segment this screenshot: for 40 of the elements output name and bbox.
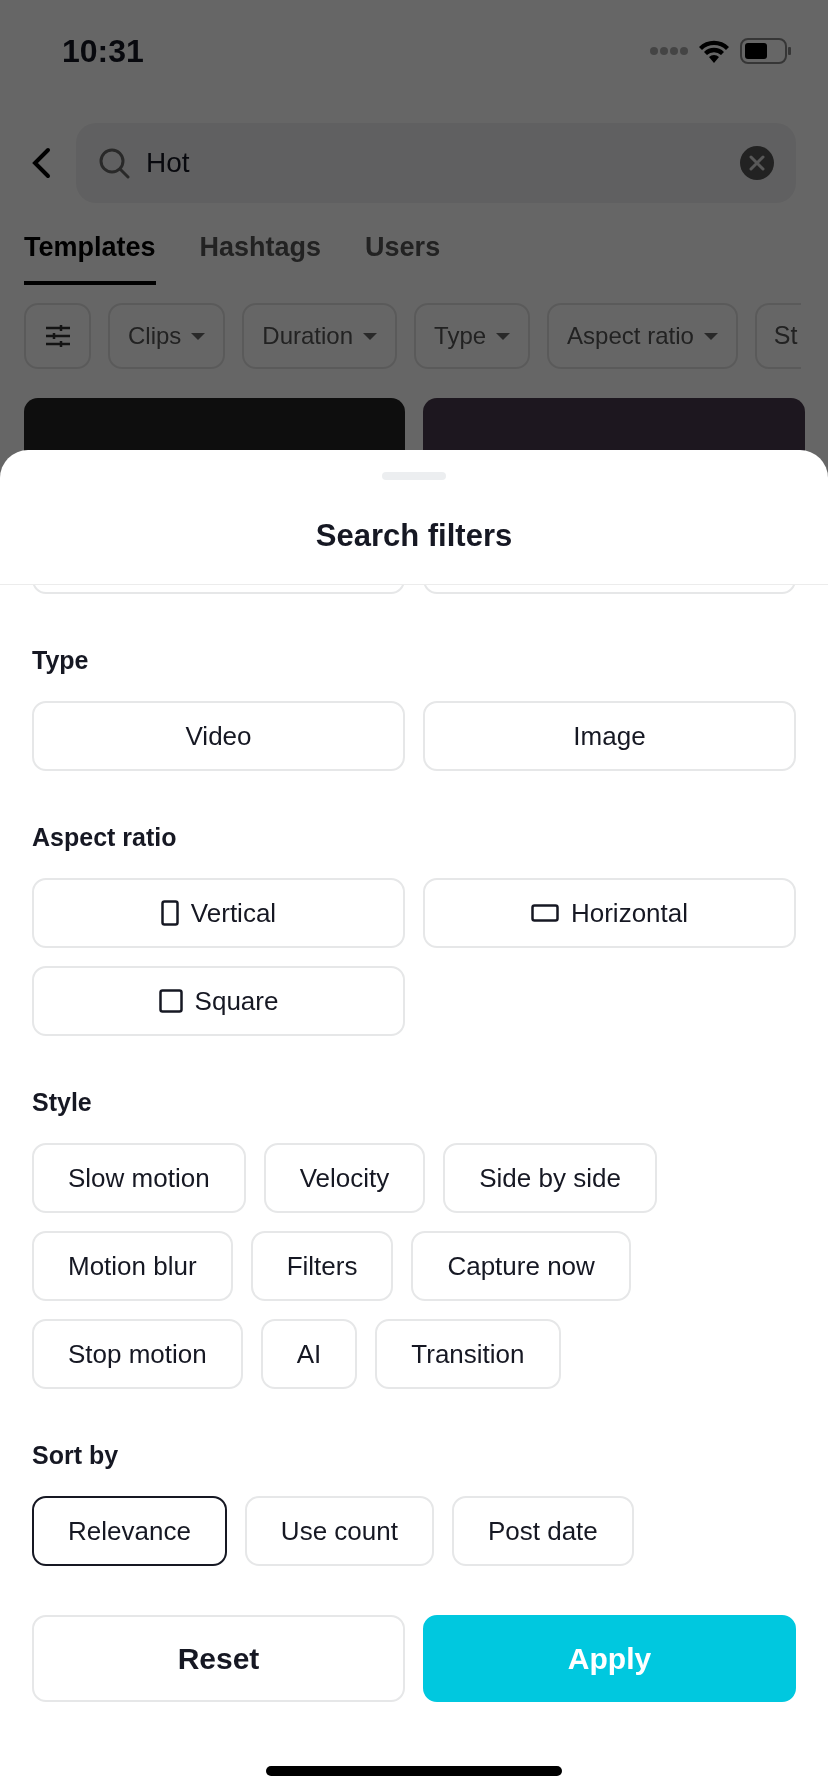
filter-option[interactable]: Transition <box>375 1319 561 1389</box>
search-icon <box>98 146 130 179</box>
filter-option[interactable]: Post date <box>451 1496 634 1566</box>
section-title: Type <box>32 645 90 675</box>
tab[interactable]: Templates <box>24 226 156 285</box>
filter-button[interactable] <box>24 303 91 369</box>
landscape-rectangle-icon <box>530 904 559 922</box>
filter-option[interactable]: Motion blur <box>32 1231 233 1301</box>
caret-icon <box>496 332 511 340</box>
filter-option[interactable]: Relevance <box>32 1496 227 1566</box>
reset-button[interactable]: Reset <box>32 1615 405 1702</box>
signal-icon <box>650 46 688 56</box>
battery-icon <box>740 38 792 64</box>
filter-option[interactable]: Square <box>32 966 405 1036</box>
section-title: Style <box>32 1087 93 1117</box>
caret-icon <box>703 332 718 340</box>
filter-option[interactable]: Use count <box>244 1496 434 1566</box>
filter-option[interactable]: Velocity <box>263 1143 426 1213</box>
filter-option[interactable]: Video <box>32 701 405 771</box>
section-title: Sort by <box>32 1440 120 1470</box>
wifi-icon <box>698 39 730 63</box>
filter-option[interactable]: Slow motion <box>32 1143 246 1213</box>
caret-icon <box>191 332 206 340</box>
status-time: 10:31 <box>62 32 144 71</box>
sheet-title: Search filters <box>315 516 513 555</box>
filter-option[interactable]: Capture now <box>411 1231 631 1301</box>
sliders-icon <box>45 325 70 347</box>
filter-option[interactable]: Image <box>423 701 796 771</box>
caret-icon <box>363 332 378 340</box>
clear-icon[interactable] <box>740 145 774 180</box>
filter-option[interactable]: Horizontal <box>423 878 796 948</box>
filter-option[interactable]: AI <box>260 1319 358 1389</box>
filter-option[interactable]: Stop motion <box>32 1319 243 1389</box>
filter-option[interactable]: Filters <box>250 1231 394 1301</box>
section-title: Aspect ratio <box>32 822 178 852</box>
search-text: Hot <box>146 145 191 180</box>
filter-option[interactable]: Side by side <box>443 1143 657 1213</box>
square-icon <box>158 989 183 1013</box>
filter-option[interactable]: Vertical <box>32 878 405 948</box>
portrait-rectangle-icon <box>160 900 179 926</box>
